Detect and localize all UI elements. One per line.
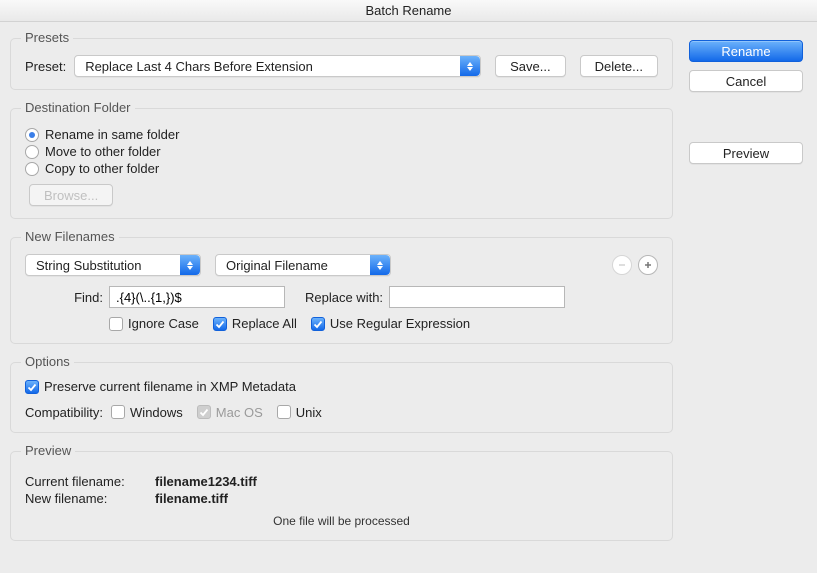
find-label: Find: bbox=[67, 290, 103, 305]
chevron-updown-icon bbox=[370, 255, 390, 275]
chevron-updown-icon bbox=[460, 56, 480, 76]
preview-group-title: Preview bbox=[21, 443, 75, 458]
checkbox-label: Unix bbox=[296, 405, 322, 420]
chevron-updown-icon bbox=[180, 255, 200, 275]
presets-group-title: Presets bbox=[21, 30, 73, 45]
radio-dot-icon bbox=[25, 128, 39, 142]
source-popup[interactable]: Original Filename bbox=[215, 254, 391, 276]
compat-windows-checkbox[interactable]: Windows bbox=[111, 405, 183, 420]
check-icon bbox=[313, 319, 323, 329]
source-popup-value: Original Filename bbox=[226, 258, 328, 273]
radio-move-other-folder[interactable]: Move to other folder bbox=[25, 144, 658, 159]
radio-dot-icon bbox=[25, 162, 39, 176]
rename-button[interactable]: Rename bbox=[689, 40, 803, 62]
checkbox-label: Mac OS bbox=[216, 405, 263, 420]
ignore-case-checkbox[interactable]: Ignore Case bbox=[109, 316, 199, 331]
radio-rename-same-folder[interactable]: Rename in same folder bbox=[25, 127, 658, 142]
check-icon bbox=[27, 382, 37, 392]
compat-unix-checkbox[interactable]: Unix bbox=[277, 405, 322, 420]
radio-label: Rename in same folder bbox=[45, 127, 179, 142]
checkbox-label: Preserve current filename in XMP Metadat… bbox=[44, 379, 296, 394]
operation-popup[interactable]: String Substitution bbox=[25, 254, 201, 276]
radio-copy-other-folder[interactable]: Copy to other folder bbox=[25, 161, 658, 176]
new-filenames-group-title: New Filenames bbox=[21, 229, 119, 244]
replace-with-input[interactable] bbox=[389, 286, 565, 308]
radio-label: Copy to other folder bbox=[45, 161, 159, 176]
checkbox-label: Ignore Case bbox=[128, 316, 199, 331]
current-filename-label: Current filename: bbox=[25, 474, 155, 489]
check-icon bbox=[215, 319, 225, 329]
radio-label: Move to other folder bbox=[45, 144, 161, 159]
replace-with-label: Replace with: bbox=[305, 290, 383, 305]
preset-popup-value: Replace Last 4 Chars Before Extension bbox=[85, 59, 313, 74]
destination-group: Destination Folder Rename in same folder… bbox=[10, 108, 673, 219]
options-group-title: Options bbox=[21, 354, 74, 369]
preserve-xmp-checkbox[interactable]: Preserve current filename in XMP Metadat… bbox=[25, 379, 296, 394]
compat-macos-checkbox: Mac OS bbox=[197, 405, 263, 420]
check-icon bbox=[199, 407, 209, 417]
destination-group-title: Destination Folder bbox=[21, 100, 135, 115]
action-sidebar: Rename Cancel Preview bbox=[673, 32, 803, 559]
preset-label: Preset: bbox=[25, 59, 66, 74]
minus-icon bbox=[617, 260, 627, 270]
new-filename-label: New filename: bbox=[25, 491, 155, 506]
current-filename-value: filename1234.tiff bbox=[155, 474, 257, 489]
options-group: Options Preserve current filename in XMP… bbox=[10, 362, 673, 433]
operation-popup-value: String Substitution bbox=[36, 258, 142, 273]
checkbox-label: Use Regular Expression bbox=[330, 316, 470, 331]
delete-preset-button[interactable]: Delete... bbox=[580, 55, 658, 77]
preview-note: One file will be processed bbox=[25, 514, 658, 528]
remove-rule-button bbox=[612, 255, 632, 275]
preview-button[interactable]: Preview bbox=[689, 142, 803, 164]
checkbox-label: Replace All bbox=[232, 316, 297, 331]
compatibility-label: Compatibility: bbox=[25, 405, 103, 420]
use-regex-checkbox[interactable]: Use Regular Expression bbox=[311, 316, 470, 331]
new-filename-value: filename.tiff bbox=[155, 491, 228, 506]
new-filenames-group: New Filenames String Substitution Origin… bbox=[10, 237, 673, 344]
cancel-button[interactable]: Cancel bbox=[689, 70, 803, 92]
replace-all-checkbox[interactable]: Replace All bbox=[213, 316, 297, 331]
browse-button: Browse... bbox=[29, 184, 113, 206]
preview-group: Preview Current filename: filename1234.t… bbox=[10, 451, 673, 541]
preset-popup[interactable]: Replace Last 4 Chars Before Extension bbox=[74, 55, 481, 77]
find-input[interactable] bbox=[109, 286, 285, 308]
save-preset-button[interactable]: Save... bbox=[495, 55, 565, 77]
presets-group: Presets Preset: Replace Last 4 Chars Bef… bbox=[10, 38, 673, 90]
checkbox-label: Windows bbox=[130, 405, 183, 420]
add-rule-button[interactable] bbox=[638, 255, 658, 275]
radio-dot-icon bbox=[25, 145, 39, 159]
window-title: Batch Rename bbox=[0, 0, 817, 22]
plus-icon bbox=[643, 260, 653, 270]
